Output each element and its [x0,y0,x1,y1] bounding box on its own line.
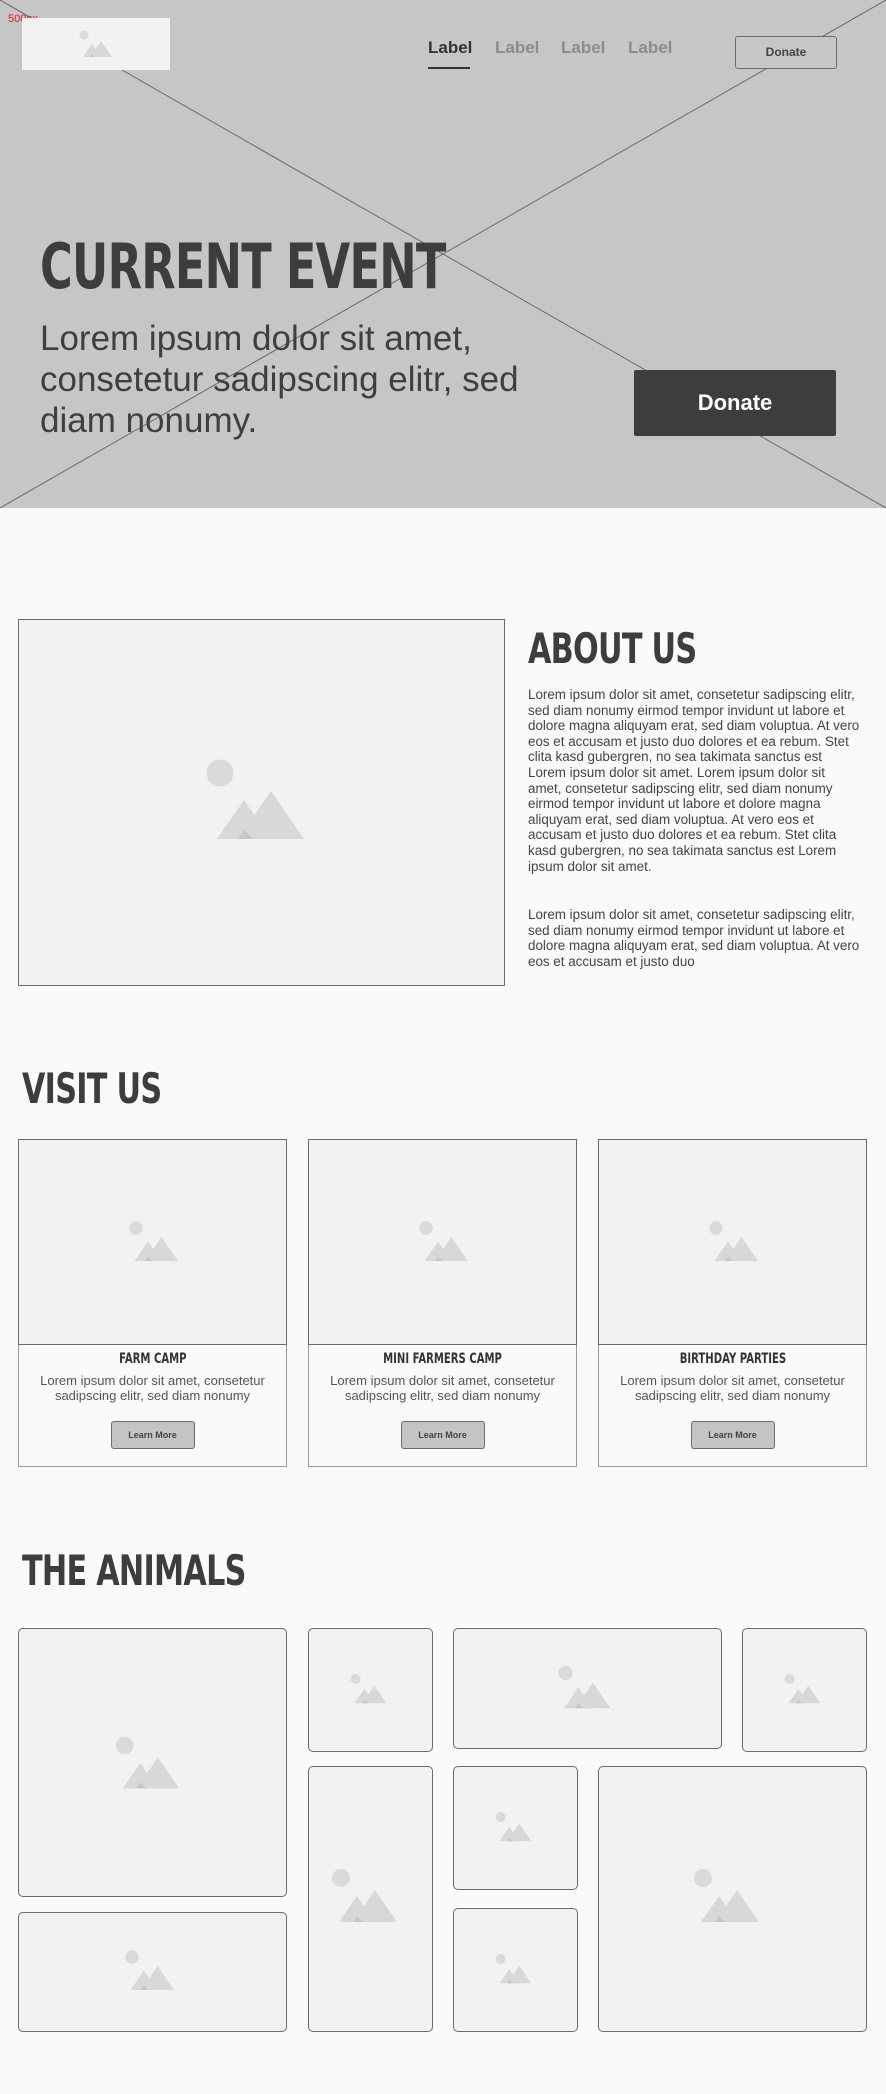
nav-item-4[interactable]: Label [628,38,672,58]
image-placeholder-icon [784,1674,820,1704]
nav-item-1[interactable]: Label [428,38,472,58]
main-nav: Label Label Label Label [420,38,700,72]
card-title: FARM CAMP [118,1351,187,1367]
image-placeholder-icon [418,1221,468,1261]
about-paragraph-1: Lorem ipsum dolor sit amet, consetetur s… [528,687,860,874]
nav-item-3[interactable]: Label [561,38,605,58]
learn-more-button[interactable]: Learn More [110,1421,195,1449]
image-placeholder-icon [693,1869,759,1922]
animals-title: THE ANIMALS [22,1546,246,1595]
about-paragraph-2: Lorem ipsum dolor sit amet, consetetur s… [528,907,860,969]
image-placeholder-icon [115,1736,179,1788]
hero-title: CURRENT EVENT [40,230,446,303]
nav-donate-button[interactable]: Donate [735,36,837,69]
card-title: MINI FARMERS CAMP [383,1351,502,1367]
animal-photo-3[interactable] [308,1628,433,1752]
animal-photo-9[interactable] [598,1766,867,2032]
image-placeholder-icon [495,1812,531,1842]
visit-card-birthday-parties: BIRTHDAY PARTIES Lorem ipsum dolor sit a… [598,1139,867,1467]
visit-card-mini-farmers-camp: MINI FARMERS CAMP Lorem ipsum dolor sit … [308,1139,577,1467]
animal-photo-2[interactable] [18,1912,287,2032]
image-placeholder-icon [206,759,304,839]
card-image [308,1139,577,1345]
card-title: BIRTHDAY PARTIES [679,1351,786,1367]
visit-title: VISIT US [22,1064,162,1113]
about-image [18,619,505,986]
card-image [18,1139,287,1345]
animal-photo-7[interactable] [453,1766,578,1890]
image-placeholder-icon [124,1950,174,1990]
nav-item-2[interactable]: Label [495,38,539,58]
animal-photo-1[interactable] [18,1628,287,1897]
logo[interactable] [22,18,170,70]
animal-photo-8[interactable] [453,1908,578,2032]
image-placeholder-icon [79,30,112,57]
learn-more-button[interactable]: Learn More [690,1421,775,1449]
card-image [598,1139,867,1345]
visit-card-farm-camp: FARM CAMP Lorem ipsum dolor sit amet, co… [18,1139,287,1467]
image-placeholder-icon [350,1674,386,1704]
hero-subtitle: Lorem ipsum dolor sit amet, consetetur s… [40,319,519,440]
image-placeholder-icon [128,1221,178,1261]
hero-donate-button[interactable]: Donate [634,370,836,436]
card-description: Lorem ipsum dolor sit amet, consetetur s… [330,1373,555,1403]
image-placeholder-icon [708,1221,758,1261]
animal-photo-4[interactable] [453,1628,722,1749]
card-description: Lorem ipsum dolor sit amet, consetetur s… [40,1373,265,1403]
learn-more-button[interactable]: Learn More [400,1421,485,1449]
image-placeholder-icon [331,1869,397,1922]
nav-active-underline [428,67,470,69]
image-placeholder-icon [495,1954,531,1984]
about-title: ABOUT US [528,624,697,673]
animal-photo-5[interactable] [742,1628,867,1752]
animal-photo-6[interactable] [308,1766,433,2032]
image-placeholder-icon [557,1665,610,1708]
card-description: Lorem ipsum dolor sit amet, consetetur s… [620,1373,845,1403]
